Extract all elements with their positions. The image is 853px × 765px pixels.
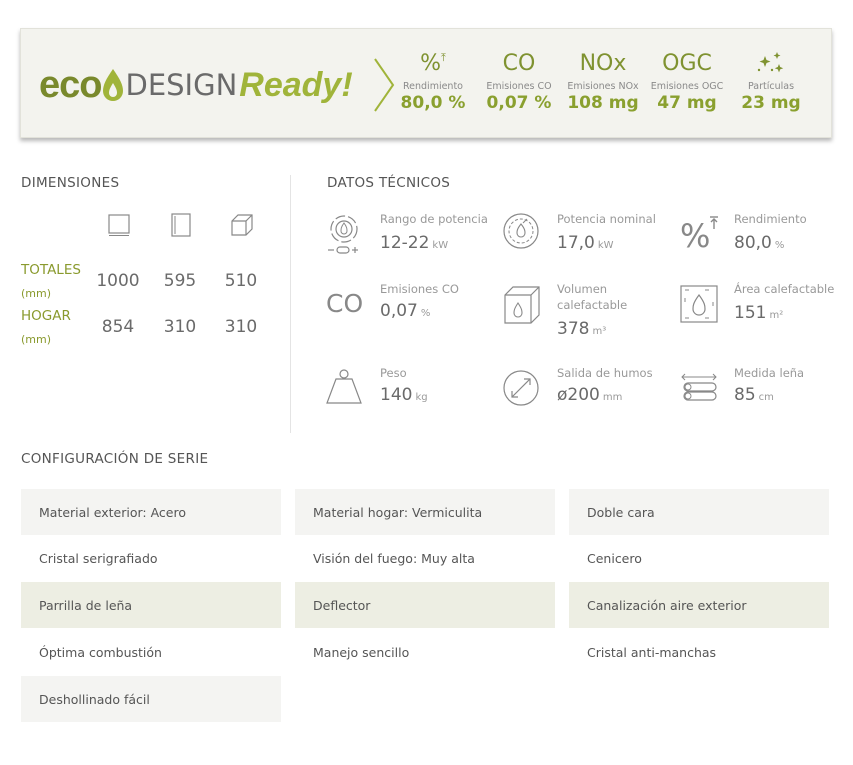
config-item: Cristal serigrafiado [39,550,158,566]
eco-stat-label: Emisiones OGC [650,81,724,92]
tech-label: Área calefactable [734,282,835,296]
tech-item-efficiency: % Rendimiento 80,0% [680,211,850,271]
eco-stat-nox: NOx Emisiones NOx 108 mg [563,47,643,114]
config-item: Material hogar: Vermiculita [295,489,555,535]
ecodesign-logo: eco DESIGN Ready! [39,61,353,109]
dim-row-totales-unit: (mm) [21,287,52,300]
power-range-icon [328,215,358,254]
side-view-icon [171,213,191,237]
volume-icon [504,286,540,324]
area-icon [680,285,718,323]
dim-value: 595 [163,271,197,291]
tech-label: Rango de potencia [380,212,488,226]
efficiency-symbol: % ⤒ [420,50,446,76]
logo-eco-text: eco [39,63,102,106]
eco-stat-value: 23 mg [741,93,801,113]
co-symbol: CO [502,50,536,76]
dim-row-hogar-unit: (mm) [21,333,52,346]
tech-label: Medida leña [734,366,805,380]
config-item: Deshollinado fácil [21,676,281,722]
tech-item-nominal-power: Potencia nominal 17,0 kW [503,211,673,271]
tech-item-volume: Volumen calefactable 378 m³ [503,281,673,341]
eco-stat-value: 47 mg [657,93,717,113]
eco-stat-value: 80,0 % [400,93,466,113]
tech-label: Rendimiento [734,212,807,226]
tech-item-co: CO Emisiones CO 0,07% [326,281,496,341]
eco-stat-particles: Partículas 23 mg [731,47,811,113]
ecodesign-banner: eco DESIGN Ready! % ⤒ Rendimiento 80,0 % … [20,28,832,138]
co-icon: CO [326,289,364,318]
config-item: Cristal anti-manchas [587,644,717,660]
eco-stat-value: 0,07 % [486,93,552,113]
tech-item-power-range: Rango de potencia 12-22 kW [326,211,496,271]
config-item: Canalización aire exterior [569,582,829,628]
tech-value: 378 m³ [557,319,607,339]
tech-value: 151 m² [734,303,784,323]
tech-value: 12-22 kW [380,233,449,253]
tech-value: 0,07% [380,301,431,321]
firewood-icon [681,373,717,401]
nox-symbol: NOx [579,50,627,76]
dim-value: 310 [163,317,197,337]
nominal-power-icon [503,213,539,249]
svg-text:%: % [680,217,710,255]
tech-item-weight: Peso 140 kg [326,365,496,425]
dim-value: 1000 [96,271,140,291]
ogc-symbol: OGC [662,50,712,76]
eco-stat-ogc: OGC Emisiones OGC 47 mg [647,47,727,114]
dim-value: 310 [224,317,258,337]
eco-stat-label: Emisiones NOx [567,81,639,92]
depth-view-icon [231,214,253,236]
config-item: Óptima combustión [39,644,162,660]
front-view-icon [108,214,130,236]
tech-item-firewood: Medida leña 85 cm [680,365,850,425]
config-item: Parrilla de leña [21,582,281,628]
tech-value: 140 kg [380,385,428,405]
tech-value: 80,0% [734,233,785,253]
tech-value: 85 cm [734,385,774,405]
config-item: Manejo sencillo [313,644,410,660]
tech-label: Salida de humos [557,366,653,380]
eco-stat-co: CO Emisiones CO 0,07 % [479,47,559,114]
flame-drop-icon [103,69,124,101]
config-item: Visión del fuego: Muy alta [313,550,475,566]
chevron-right-icon [374,58,395,112]
logo-ready-text: Ready! [239,65,353,104]
particles-icon [757,52,784,73]
eco-stat-label: Emisiones CO [486,81,552,92]
eco-stat-label: Partículas [747,81,795,92]
config-title: CONFIGURACIÓN DE SERIE [21,451,209,467]
dimensions-title: DIMENSIONES [21,175,120,191]
eco-stat-value: 108 mg [567,93,639,113]
dim-value: 854 [101,317,135,337]
config-item: Deflector [295,582,555,628]
section-divider [290,175,291,433]
tech-item-area: Área calefactable 151 m² [680,281,850,341]
tech-label: Volumen calefactable [557,282,628,312]
efficiency-icon: % [680,216,718,255]
dim-row-hogar-label: HOGAR [21,308,71,324]
config-item: Cenicero [587,550,642,566]
tech-label: Potencia nominal [557,212,656,226]
config-item: Doble cara [569,489,829,535]
tech-item-flue: Salida de humos ø200 mm [503,365,673,425]
logo-design-text: DESIGN [125,68,238,102]
eco-stat-label: Rendimiento [402,81,463,92]
eco-stat-efficiency: % ⤒ Rendimiento 80,0 % [393,47,473,114]
tech-value: ø200 mm [557,385,623,405]
tech-label: Emisiones CO [380,282,459,296]
weight-icon [326,369,362,404]
config-item: Material exterior: Acero [21,489,281,535]
tech-title: DATOS TÉCNICOS [327,175,451,191]
dim-value: 510 [224,271,258,291]
tech-label: Peso [380,366,407,380]
tech-value: 17,0 kW [557,233,614,253]
dim-row-totales-label: TOTALES [21,262,81,278]
flue-icon [503,370,539,406]
